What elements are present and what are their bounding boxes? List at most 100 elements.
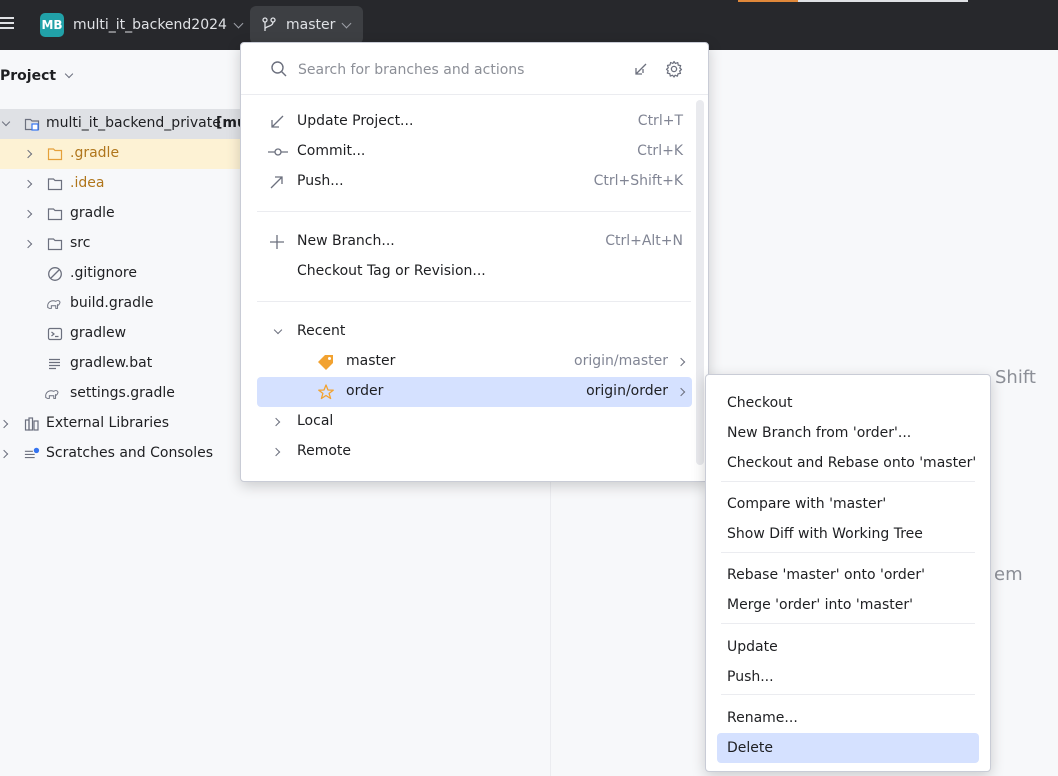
tree-label: .gitignore bbox=[70, 265, 137, 281]
commit-item[interactable]: Commit... Ctrl+K bbox=[257, 137, 692, 167]
project-badge: MB bbox=[40, 13, 64, 37]
action-label: Update Project... bbox=[297, 113, 414, 129]
text-file-icon bbox=[49, 358, 60, 370]
local-group-header[interactable]: Local bbox=[257, 407, 692, 437]
commit-icon bbox=[268, 148, 288, 156]
project-view-selector[interactable]: Project bbox=[0, 68, 74, 84]
separator bbox=[257, 211, 691, 212]
folder-icon bbox=[47, 148, 63, 161]
tag-icon bbox=[318, 355, 333, 370]
action-label: Checkout Tag or Revision... bbox=[297, 263, 486, 279]
gear-icon[interactable] bbox=[665, 60, 683, 78]
new-branch-item[interactable]: New Branch... Ctrl+Alt+N bbox=[257, 227, 692, 257]
group-label: Remote bbox=[297, 443, 352, 459]
chevron-down-icon bbox=[273, 325, 283, 335]
branch-search-input[interactable] bbox=[298, 59, 628, 81]
branch-item-order[interactable]: order origin/order bbox=[257, 377, 692, 407]
star-icon bbox=[318, 384, 334, 400]
group-label: Recent bbox=[297, 323, 346, 339]
tree-label: gradlew bbox=[70, 325, 127, 341]
chevron-down-icon bbox=[233, 18, 244, 28]
tree-label: gradlew.bat bbox=[70, 355, 153, 371]
folder-icon bbox=[47, 178, 63, 191]
tree-label: src bbox=[70, 235, 91, 251]
tree-label: settings.gradle bbox=[70, 385, 175, 401]
checkout-menu-item[interactable]: Checkout bbox=[717, 388, 979, 418]
expand-arrow-icon[interactable] bbox=[23, 209, 33, 219]
current-branch-label: master bbox=[286, 17, 336, 33]
folder-icon bbox=[47, 208, 63, 221]
branch-item-master[interactable]: master origin/master bbox=[257, 347, 692, 377]
push-menu-item[interactable]: Push... bbox=[717, 662, 979, 692]
chevron-right-icon bbox=[271, 417, 281, 427]
branch-context-menu: Checkout New Branch from 'order'... Chec… bbox=[705, 374, 991, 772]
separator bbox=[721, 694, 975, 695]
group-label: Local bbox=[297, 413, 334, 429]
editor-hint-text: em bbox=[994, 564, 1023, 585]
update-menu-item[interactable]: Update bbox=[717, 632, 979, 662]
project-switcher[interactable]: MB multi_it_backend2024 bbox=[32, 8, 250, 42]
collapse-all-icon[interactable] bbox=[633, 61, 649, 77]
progress-accent bbox=[738, 0, 798, 2]
separator bbox=[257, 301, 691, 302]
scratches-icon bbox=[24, 447, 40, 459]
chevron-right-icon bbox=[676, 387, 686, 397]
chevron-down-icon bbox=[64, 69, 74, 79]
tree-label: External Libraries bbox=[46, 415, 169, 431]
action-label: Commit... bbox=[297, 143, 366, 159]
rename-menu-item[interactable]: Rename... bbox=[717, 703, 979, 733]
update-project-item[interactable]: Update Project... Ctrl+T bbox=[257, 107, 692, 137]
expand-arrow-icon[interactable] bbox=[0, 449, 9, 459]
library-icon bbox=[24, 417, 39, 431]
branch-switcher[interactable]: master bbox=[250, 6, 363, 44]
plus-icon bbox=[270, 235, 284, 249]
checkout-and-rebase-menu-item[interactable]: Checkout and Rebase onto 'master' bbox=[717, 448, 979, 478]
branch-name: order bbox=[346, 383, 384, 399]
project-name: multi_it_backend2024 bbox=[73, 17, 227, 33]
tree-label: .gradle bbox=[70, 145, 120, 161]
module-folder-icon bbox=[24, 118, 40, 131]
tracked-remote: origin/order bbox=[586, 383, 668, 399]
tree-label: gradle bbox=[70, 205, 115, 221]
chevron-right-icon bbox=[676, 357, 686, 367]
branch-name: master bbox=[346, 353, 396, 369]
checkout-tag-item[interactable]: Checkout Tag or Revision... bbox=[257, 257, 692, 287]
merge-menu-item[interactable]: Merge 'order' into 'master' bbox=[717, 590, 979, 620]
delete-menu-item[interactable]: Delete bbox=[717, 733, 979, 763]
separator bbox=[721, 481, 975, 482]
shell-script-icon bbox=[47, 327, 63, 341]
editor-hint-text: Shift bbox=[995, 367, 1036, 388]
expand-arrow-icon[interactable] bbox=[23, 149, 33, 159]
main-menu-icon[interactable] bbox=[0, 14, 14, 34]
expand-arrow-icon[interactable] bbox=[23, 179, 33, 189]
recent-group-header[interactable]: Recent bbox=[257, 317, 692, 347]
push-arrow-icon bbox=[270, 176, 283, 189]
chevron-down-icon bbox=[341, 18, 352, 28]
push-item[interactable]: Push... Ctrl+Shift+K bbox=[257, 167, 692, 197]
gradle-elephant-icon bbox=[47, 300, 61, 309]
action-label: Push... bbox=[297, 173, 344, 189]
separator bbox=[721, 552, 975, 553]
expand-arrow-icon[interactable] bbox=[0, 419, 9, 429]
new-branch-from-menu-item[interactable]: New Branch from 'order'... bbox=[717, 418, 979, 448]
separator bbox=[721, 623, 975, 624]
ignore-file-icon bbox=[48, 267, 62, 281]
shortcut-label: Ctrl+Shift+K bbox=[593, 173, 683, 189]
action-label: New Branch... bbox=[297, 233, 395, 249]
git-branch-icon bbox=[262, 17, 276, 31]
expand-arrow-icon[interactable] bbox=[1, 117, 11, 127]
rebase-menu-item[interactable]: Rebase 'master' onto 'order' bbox=[717, 560, 979, 590]
compare-menu-item[interactable]: Compare with 'master' bbox=[717, 489, 979, 519]
tree-label: .idea bbox=[70, 175, 105, 191]
remote-group-header[interactable]: Remote bbox=[257, 437, 692, 467]
shortcut-label: Ctrl+K bbox=[637, 143, 683, 159]
tree-label: build.gradle bbox=[70, 295, 154, 311]
search-row bbox=[241, 43, 708, 95]
expand-arrow-icon[interactable] bbox=[23, 239, 33, 249]
search-icon bbox=[271, 61, 287, 77]
popup-scrollbar[interactable] bbox=[696, 100, 704, 465]
shortcut-label: Ctrl+T bbox=[637, 113, 683, 129]
tracked-remote: origin/master bbox=[574, 353, 668, 369]
show-diff-menu-item[interactable]: Show Diff with Working Tree bbox=[717, 519, 979, 549]
git-branches-popup: Update Project... Ctrl+T Commit... Ctrl+… bbox=[240, 42, 709, 482]
